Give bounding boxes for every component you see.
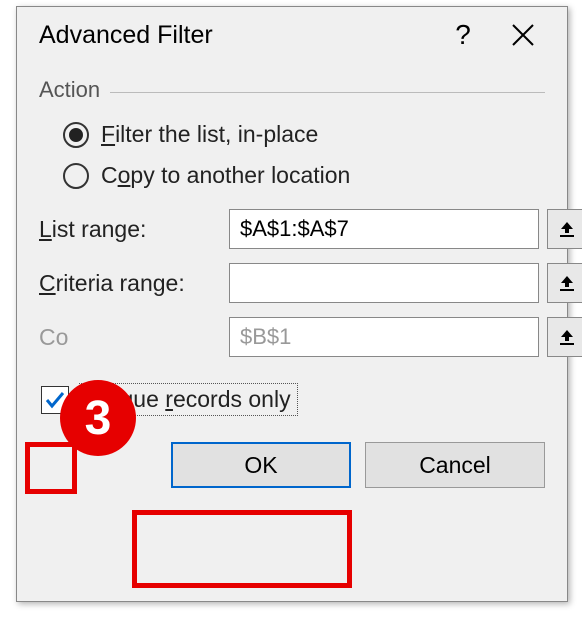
action-label: Action — [39, 77, 100, 103]
help-button[interactable]: ? — [433, 7, 493, 63]
copy-to-collapse-button[interactable] — [547, 317, 582, 357]
collapse-icon — [557, 220, 577, 238]
list-range-label: List range: — [39, 216, 221, 243]
radio-filter-label: Filter the list, in-place — [101, 121, 318, 148]
annotation-step-badge: 3 — [60, 380, 136, 456]
list-range-collapse-button[interactable] — [547, 209, 582, 249]
copy-to-label: Co — [39, 324, 221, 351]
action-section-header: Action — [39, 77, 545, 107]
ok-button[interactable]: OK — [171, 442, 351, 488]
annotation-step-number: 3 — [85, 391, 112, 446]
dialog-title: Advanced Filter — [39, 21, 433, 50]
list-range-input[interactable] — [229, 209, 539, 249]
copy-to-input — [229, 317, 539, 357]
radio-icon — [63, 122, 89, 148]
radio-filter-in-place[interactable]: Filter the list, in-place — [63, 121, 545, 148]
criteria-range-input[interactable] — [229, 263, 539, 303]
close-icon — [511, 23, 535, 47]
titlebar: Advanced Filter ? — [17, 7, 567, 63]
radio-copy-label: Copy to another location — [101, 162, 350, 189]
advanced-filter-dialog: Advanced Filter ? Action Filter the list… — [16, 6, 568, 602]
collapse-icon — [557, 274, 577, 292]
criteria-range-collapse-button[interactable] — [547, 263, 582, 303]
radio-icon — [63, 163, 89, 189]
cancel-button[interactable]: Cancel — [365, 442, 545, 488]
criteria-range-label: Criteria range: — [39, 270, 221, 297]
close-button[interactable] — [493, 7, 553, 63]
divider — [110, 92, 545, 93]
radio-copy-to-location[interactable]: Copy to another location — [63, 162, 545, 189]
collapse-icon — [557, 328, 577, 346]
